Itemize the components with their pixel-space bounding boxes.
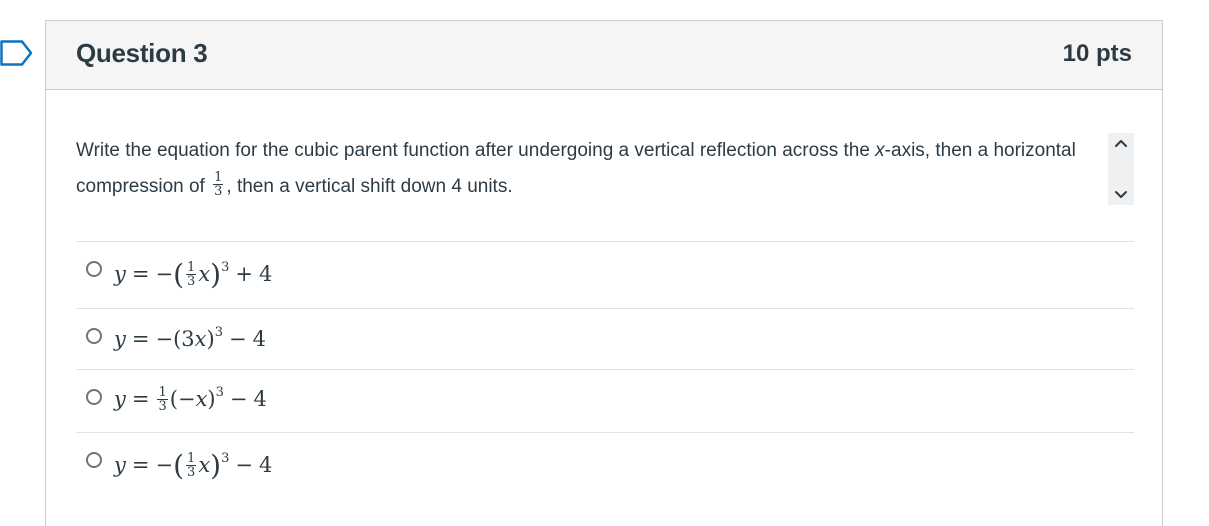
answer-equation: y = −(1 3 x)3 +4 (114, 258, 273, 291)
question-card: Question 3 10 pts Write the equation for… (45, 20, 1163, 526)
radio-button-icon[interactable] (86, 328, 102, 344)
flag-question-icon[interactable] (0, 40, 34, 71)
prompt-fraction: 13 (213, 170, 224, 200)
question-header: Question 3 10 pts (46, 21, 1162, 90)
radio-button-icon[interactable] (86, 389, 102, 405)
answer-equation: y = −(3x)3−4 (114, 325, 266, 351)
answer-option-2[interactable]: y = −(3x)3−4 (76, 308, 1134, 369)
answer-equation: y = 1 3 (−x)3−4 (114, 385, 267, 414)
answer-option-4[interactable]: y = −(1 3 x)3−4 (76, 432, 1134, 499)
chevron-up-icon[interactable] (1108, 133, 1134, 153)
radio-button-icon[interactable] (86, 452, 102, 468)
prompt-text-1: Write the equation for the cubic parent … (76, 140, 876, 161)
content-scroller[interactable] (1108, 133, 1134, 205)
answer-equation: y = −(1 3 x)3−4 (114, 449, 273, 482)
prompt-variable: x (875, 140, 885, 161)
quiz-page: Question 3 10 pts Write the equation for… (0, 0, 1209, 526)
question-points: 10 pts (1062, 40, 1132, 67)
question-title: Question 3 (76, 38, 208, 68)
answer-option-3[interactable]: y = 1 3 (−x)3−4 (76, 369, 1134, 432)
answer-list: y = −(1 3 x)3 +4 y = −(3x)3−4 y = 1 3 (−x)3−4 (76, 241, 1134, 499)
radio-button-icon[interactable] (86, 261, 102, 277)
answer-option-1[interactable]: y = −(1 3 x)3 +4 (76, 241, 1134, 308)
question-prompt: Write the equation for the cubic parent … (76, 133, 1096, 205)
prompt-text-3: , then a vertical shift down 4 units. (226, 176, 513, 197)
chevron-down-icon[interactable] (1108, 185, 1134, 205)
